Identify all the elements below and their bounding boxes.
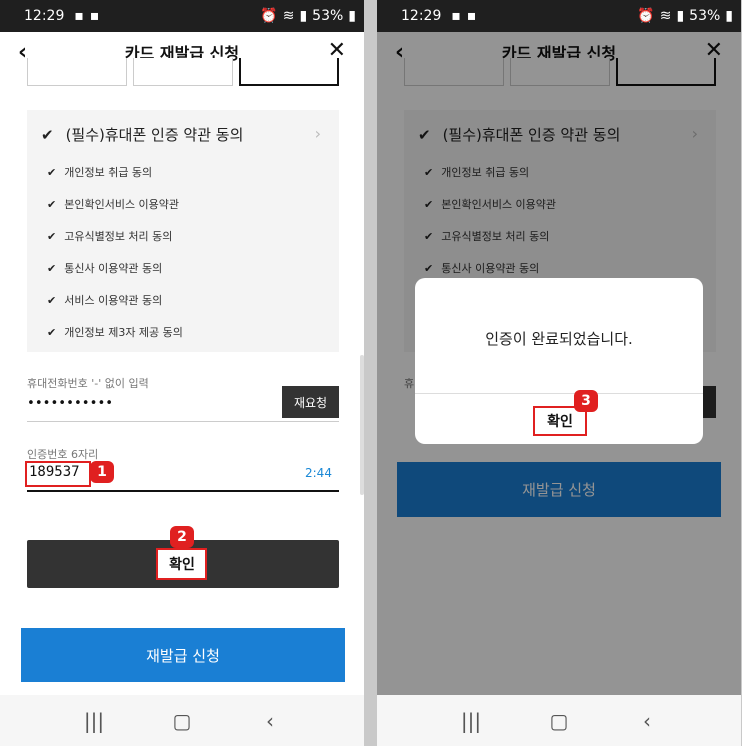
terms-item-label: 서비스 이용약관 동의 — [64, 294, 163, 307]
back-icon[interactable]: ‹ — [18, 40, 27, 65]
right-screen: 12:29 ▪ ▪ ⏰ ≋ ▮ 53% ▮ ‹ 카드 재발급 신청 ✕ ✔ (필… — [377, 0, 741, 746]
nav-bar: ||| ▢ ‹ — [377, 695, 741, 746]
alarm-icon: ⏰ — [637, 8, 655, 24]
notification-icons: ▪ ▪ — [74, 8, 99, 24]
dialog-message: 인증이 완료되었습니다. — [485, 330, 633, 348]
terms-main-item[interactable]: ✔ (필수)휴대폰 인증 약관 동의 — [41, 124, 243, 145]
status-bar: 12:29 ▪ ▪ ⏰ ≋ ▮ 53% ▮ — [0, 0, 364, 32]
back-nav-icon[interactable]: ‹ — [250, 709, 290, 733]
chat-icon: ▪ — [451, 8, 461, 24]
terms-item[interactable]: ✔ 통신사 이용약관 동의 — [47, 260, 162, 276]
battery-icon: ▮ — [725, 8, 733, 24]
phone-field-label: 휴대전화번호 '-' 없이 입력 — [27, 377, 149, 390]
terms-item-label: 본인확인서비스 이용약관 — [64, 198, 180, 211]
check-icon: ✔ — [41, 125, 54, 144]
step-badge-3: 3 — [574, 390, 598, 412]
recent-apps-icon[interactable]: ||| — [451, 709, 491, 733]
check-icon: ✔ — [47, 165, 57, 179]
code-field-label: 인증번호 6자리 — [27, 448, 99, 461]
check-icon: ✔ — [47, 325, 57, 339]
terms-item-label: 개인정보 제3자 제공 동의 — [64, 326, 183, 339]
check-icon: ✔ — [47, 261, 57, 275]
left-screen: 12:29 ▪ ▪ ⏰ ≋ ▮ 53% ▮ ‹ 카드 재발급 신청 ✕ ✔ (필… — [0, 0, 364, 746]
wifi-icon: ≋ — [659, 8, 672, 24]
alarm-icon: ⏰ — [260, 8, 278, 24]
terms-item[interactable]: ✔ 서비스 이용약관 동의 — [47, 292, 162, 308]
home-icon[interactable]: ▢ — [162, 709, 202, 733]
chevron-right-icon[interactable]: › — [315, 124, 321, 143]
terms-item-label: 통신사 이용약관 동의 — [64, 262, 163, 275]
terms-item[interactable]: ✔ 개인정보 제3자 제공 동의 — [47, 324, 183, 340]
battery-text: 53% — [689, 8, 721, 24]
nav-bar: ||| ▢ ‹ — [0, 695, 364, 746]
countdown-timer: 2:44 — [305, 466, 332, 480]
image-icon: ▪ — [89, 8, 100, 24]
terms-item-label: 고유식별정보 처리 동의 — [64, 230, 173, 243]
home-icon[interactable]: ▢ — [539, 709, 579, 733]
dialog-divider — [415, 393, 703, 394]
terms-box: ✔ (필수)휴대폰 인증 약관 동의 › ✔ 개인정보 취급 동의 ✔ 본인확인서비… — [27, 110, 339, 352]
battery-icon: ▮ — [348, 8, 356, 24]
signal-icon: ▮ — [299, 8, 308, 24]
dialog: 인증이 완료되었습니다. 확인 3 — [415, 278, 703, 444]
reissue-button[interactable]: 재발급 신청 — [21, 628, 345, 682]
divider — [27, 421, 339, 422]
signal-icon: ▮ — [676, 8, 685, 24]
check-icon: ✔ — [47, 197, 57, 211]
battery-text: 53% — [312, 8, 344, 24]
chat-icon: ▪ — [74, 8, 84, 24]
phone-field[interactable]: ••••••••••• — [27, 396, 113, 411]
notification-icons: ▪ ▪ — [451, 8, 476, 24]
carrier-tab-2[interactable] — [133, 58, 233, 86]
step-badge-1: 1 — [90, 461, 114, 483]
scrollbar[interactable] — [360, 355, 364, 495]
check-icon: ✔ — [47, 293, 57, 307]
terms-item-label: 개인정보 취급 동의 — [64, 166, 153, 179]
status-time: 12:29 — [401, 8, 442, 24]
back-nav-icon[interactable]: ‹ — [627, 709, 667, 733]
carrier-tab-3[interactable] — [239, 58, 339, 86]
terms-item[interactable]: ✔ 고유식별정보 처리 동의 — [47, 228, 172, 244]
highlight-box-2 — [156, 548, 207, 580]
resend-button[interactable]: 재요청 — [282, 386, 339, 418]
recent-apps-icon[interactable]: ||| — [74, 709, 114, 733]
terms-main-label: (필수)휴대폰 인증 약관 동의 — [65, 126, 244, 144]
code-underline — [27, 490, 339, 492]
step-badge-2: 2 — [170, 526, 194, 548]
status-bar: 12:29 ▪ ▪ ⏰ ≋ ▮ 53% ▮ — [377, 0, 741, 32]
terms-item[interactable]: ✔ 본인확인서비스 이용약관 — [47, 196, 179, 212]
highlight-box-1 — [25, 461, 91, 487]
image-icon: ▪ — [466, 8, 477, 24]
carrier-tab-1[interactable] — [27, 58, 127, 86]
status-time: 12:29 — [24, 8, 65, 24]
terms-item[interactable]: ✔ 개인정보 취급 동의 — [47, 164, 152, 180]
check-icon: ✔ — [47, 229, 57, 243]
wifi-icon: ≋ — [282, 8, 295, 24]
